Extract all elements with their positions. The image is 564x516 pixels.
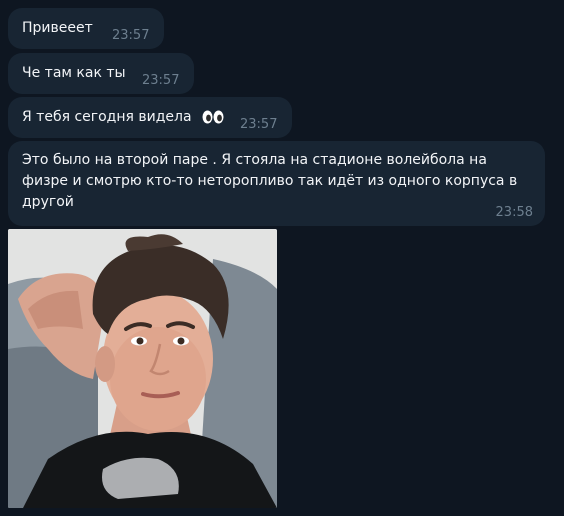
message-time: 23:58 [495, 205, 533, 220]
message-text: Я тебя сегодня видела [22, 109, 192, 125]
message-bubble[interactable]: Привееет 23:57 [8, 8, 164, 49]
message-bubble[interactable]: Че там как ты 23:57 [8, 53, 194, 94]
message-bubble[interactable]: Я тебя сегодня видела 23:57 [8, 97, 292, 138]
message-time: 23:57 [112, 28, 150, 43]
message-time: 23:57 [142, 73, 180, 88]
eyes-icon [202, 110, 224, 124]
message-bubble[interactable]: Это было на второй паре . Я стояла на ст… [8, 141, 545, 226]
chat-area: Привееет 23:57 Че там как ты 23:57 Я теб… [0, 0, 564, 516]
photo-message[interactable] [8, 229, 277, 508]
message-text: Привееет [22, 20, 93, 36]
message-text: Че там как ты [22, 65, 126, 81]
message-text: Это было на второй паре . Я стояла на ст… [22, 152, 518, 210]
message-time: 23:57 [240, 117, 278, 132]
photo-image [8, 229, 277, 508]
